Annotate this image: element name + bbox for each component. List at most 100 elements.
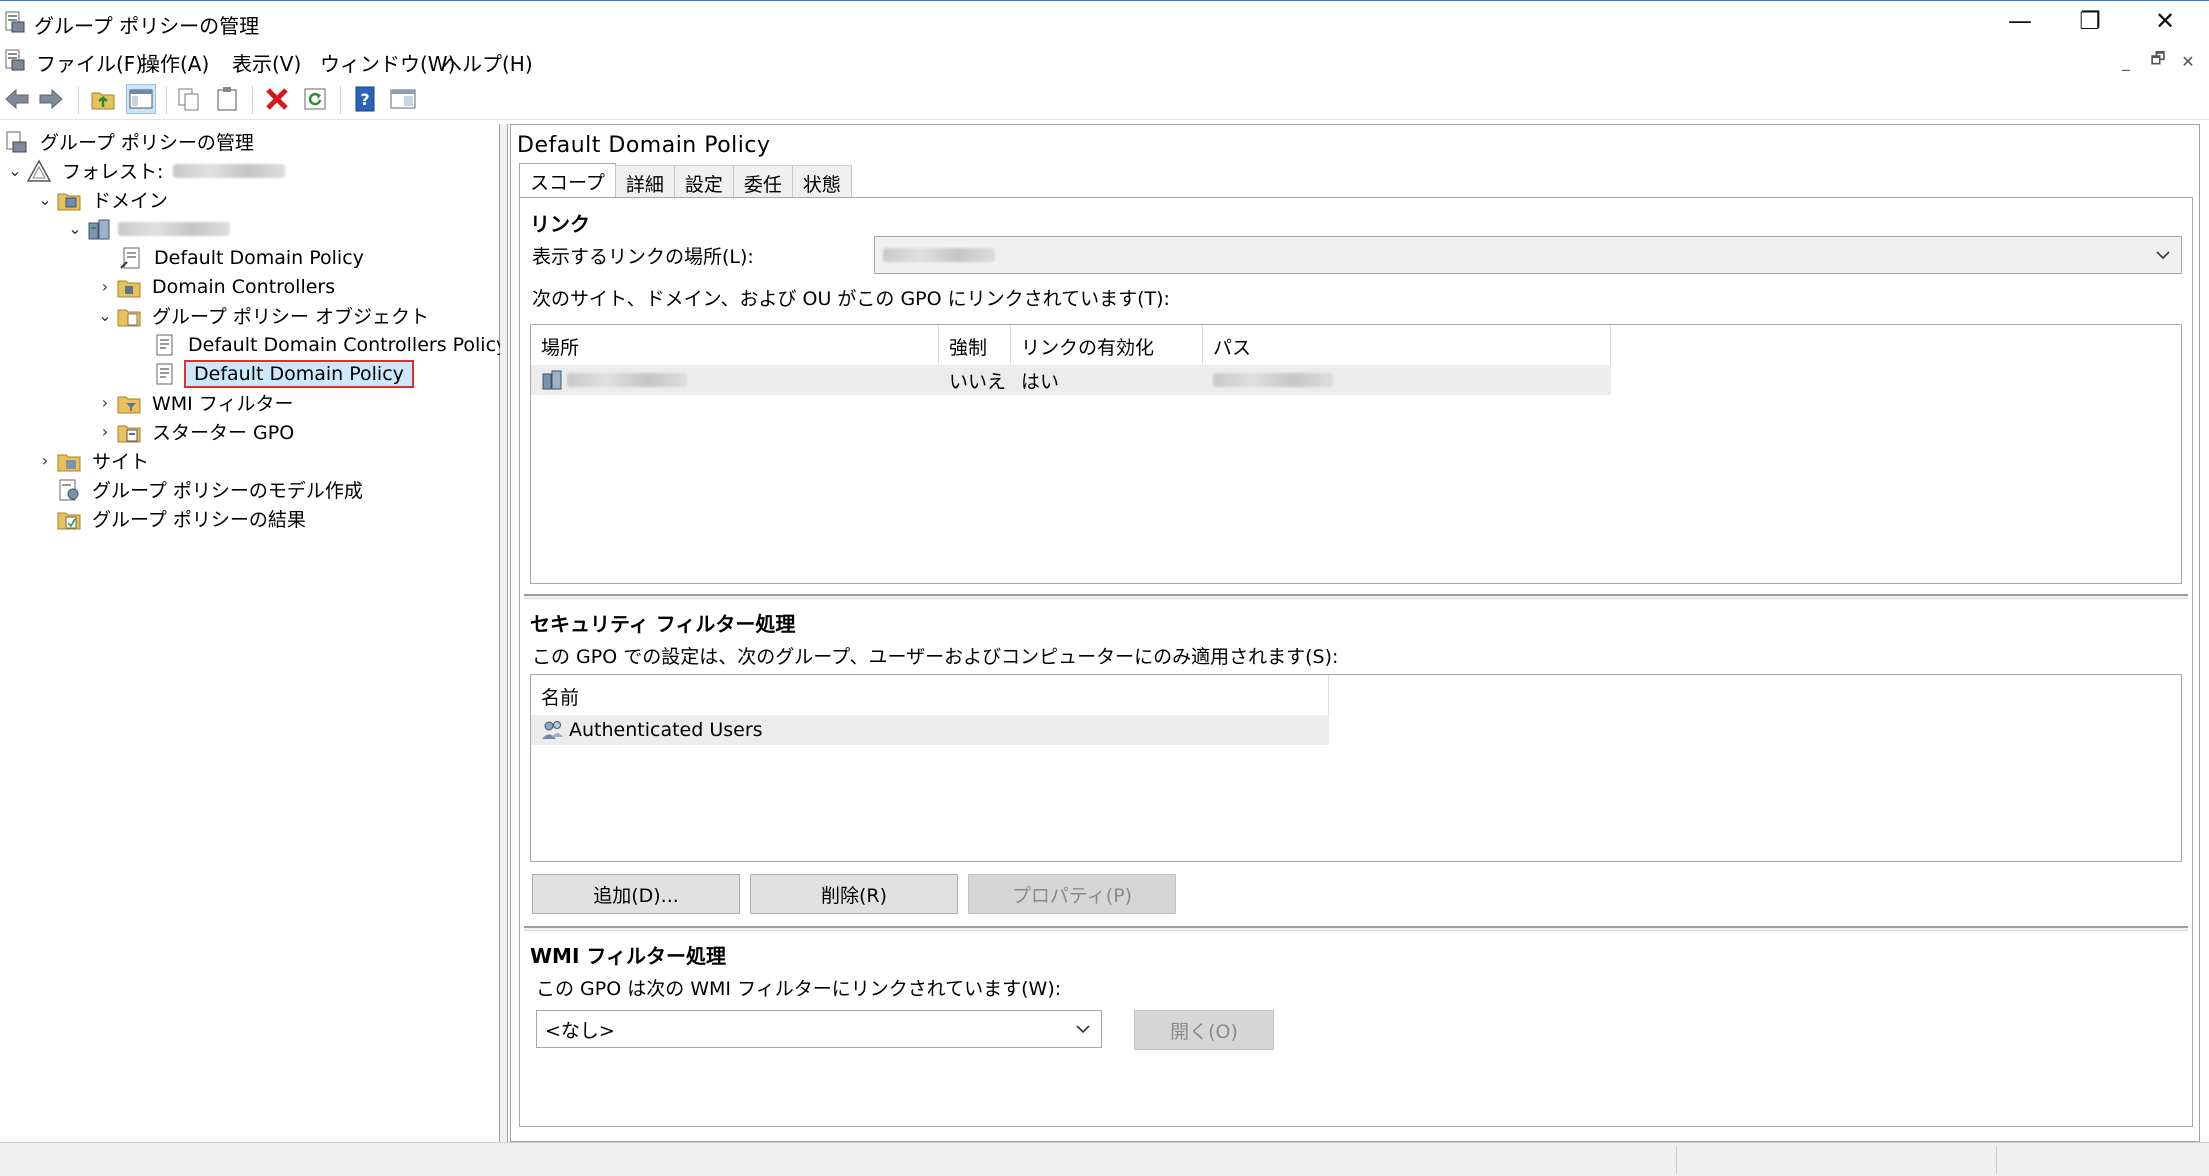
window-title: グループ ポリシーの管理 [34,14,260,38]
chevron-down-icon[interactable]: ⌄ [64,219,86,238]
chevron-down-icon[interactable]: ⌄ [34,190,56,209]
redacted-forest-name [173,163,286,178]
modeling-icon [59,479,79,500]
menu-file[interactable]: ファイル(F) [32,46,147,79]
tree-item-default-domain-policy-selected[interactable]: Default Domain Policy [152,359,414,388]
mdi-close-button[interactable]: ✕ [2174,48,2202,74]
table-row[interactable]: いいえ はい [531,365,1611,395]
delete-icon[interactable] [262,84,292,114]
chevron-down-icon [1076,1025,1090,1034]
tree-item-default-domain-controllers-policy[interactable]: Default Domain Controllers Policy [152,330,511,359]
forward-arrow-icon[interactable] [36,84,66,114]
pane-splitter[interactable] [500,124,508,1142]
tree-item-starter-gpos[interactable]: › スターター GPO [94,417,298,446]
chevron-down-icon[interactable]: ⌄ [4,161,26,180]
redacted-domain-name [118,221,230,236]
console-tree: グループ ポリシーの管理 ⌄ フォレスト: ⌄ ドメイン ⌄ Default D… [0,124,507,1142]
tree-domain[interactable]: ⌄ [64,214,230,243]
tab-details[interactable]: 詳細 [614,165,675,197]
starter-gpo-folder-icon [117,425,141,442]
wmi-filter-dropdown[interactable]: <なし> [536,1010,1102,1048]
col-path[interactable]: パス [1203,325,1611,365]
mdi-minimize-button[interactable]: _ [2112,48,2140,74]
chevron-right-icon[interactable]: › [94,422,116,441]
properties-pane-icon[interactable] [388,84,418,114]
redacted-location [883,248,995,262]
col-enforced[interactable]: 強制 [939,325,1011,365]
copy-icon[interactable] [174,84,204,114]
col-location[interactable]: 場所 [531,325,939,365]
remove-button[interactable]: 削除(R) [750,874,958,914]
gpo-folder-icon [117,309,141,326]
section-divider[interactable] [524,594,2188,599]
links-heading: リンク [530,212,590,236]
security-filter-list[interactable]: 名前 Authenticated Users [530,674,2182,862]
tree-label: WMI フィルター [152,393,294,415]
tree-label: フォレスト: [62,161,164,183]
up-folder-icon[interactable] [88,84,118,114]
chevron-right-icon[interactable]: › [94,277,116,296]
status-divider [1996,1147,1997,1173]
chevron-right-icon[interactable]: › [94,393,116,412]
forest-icon [26,158,52,182]
group-name: Authenticated Users [569,719,763,741]
cell-name: Authenticated Users [531,719,763,741]
tree-item-gpo-container[interactable]: ⌄ グループ ポリシー オブジェクト [94,301,433,330]
table-row[interactable]: Authenticated Users [531,715,1329,745]
minimize-button[interactable]: — [1985,1,2055,41]
gpo-icon [156,334,173,355]
properties-button[interactable]: プロパティ(P) [968,874,1176,914]
tab-settings[interactable]: 設定 [673,165,734,197]
tree-item-wmi-filters[interactable]: › WMI フィルター [94,388,297,417]
gpo-title: Default Domain Policy [517,133,771,158]
domain-icon [542,370,562,390]
restore-button[interactable]: ❐ [2055,1,2125,41]
tree-item-default-domain-policy-link[interactable]: Default Domain Policy [118,243,368,272]
menu-view[interactable]: 表示(V) [228,46,305,79]
tree-root[interactable]: グループ ポリシーの管理 [4,127,258,156]
open-button[interactable]: 開く(O) [1134,1010,1274,1050]
wmi-folder-icon [117,396,141,413]
paste-icon[interactable] [212,84,242,114]
tab-status[interactable]: 状態 [791,165,852,197]
sites-folder-icon [57,454,81,471]
tree-item-gp-results[interactable]: グループ ポリシーの結果 [56,504,310,533]
close-button[interactable]: ✕ [2130,1,2200,41]
tree-item-domain-controllers[interactable]: › Domain Controllers [94,272,339,301]
redacted-location [567,373,687,387]
tab-scope[interactable]: スコープ [519,163,616,197]
cell-enforced: いいえ [949,370,1007,393]
tree-label: Default Domain Policy [154,246,364,269]
mdi-restore-button[interactable]: 🗗 [2144,48,2172,74]
tree-forest[interactable]: ⌄ フォレスト: [4,156,286,185]
chevron-right-icon[interactable]: › [34,451,56,470]
links-description: 次のサイト、ドメイン、および OU がこの GPO にリンクされています(T): [532,288,1170,310]
back-arrow-icon[interactable] [2,84,32,114]
redacted-path [1213,373,1333,387]
tree-label: グループ ポリシーの結果 [92,509,306,531]
menu-bar: ファイル(F) 操作(A) 表示(V) ウィンドウ(W) ヘルプ(H) [0,42,2209,78]
refresh-icon[interactable] [300,84,330,114]
tree-item-sites[interactable]: › サイト [34,446,153,475]
section-divider[interactable] [524,926,2188,931]
tree-item-gp-modeling[interactable]: グループ ポリシーのモデル作成 [56,475,367,504]
link-location-label: 表示するリンクの場所(L): [532,246,754,268]
results-icon [57,512,81,529]
menu-action[interactable]: 操作(A) [136,46,213,79]
add-button[interactable]: 追加(D)... [532,874,740,914]
col-name[interactable]: 名前 [531,675,1329,715]
gpmc-icon [6,131,27,152]
tree-domains[interactable]: ⌄ ドメイン [34,185,172,214]
tree-label: スターター GPO [152,422,295,444]
link-location-dropdown[interactable] [874,236,2182,274]
col-link-enabled[interactable]: リンクの有効化 [1011,325,1203,365]
wmi-filtering-heading: WMI フィルター処理 [530,944,726,968]
menu-help[interactable]: ヘルプ(H) [438,46,537,79]
show-hide-tree-icon[interactable] [126,84,156,114]
domains-folder-icon [57,193,81,210]
status-bar [0,1142,2209,1176]
help-icon[interactable]: ? [350,84,380,114]
chevron-down-icon[interactable]: ⌄ [94,306,116,325]
links-list[interactable]: 場所 強制 リンクの有効化 パス いいえ はい [530,324,2182,584]
tab-delegation[interactable]: 委任 [732,165,793,197]
